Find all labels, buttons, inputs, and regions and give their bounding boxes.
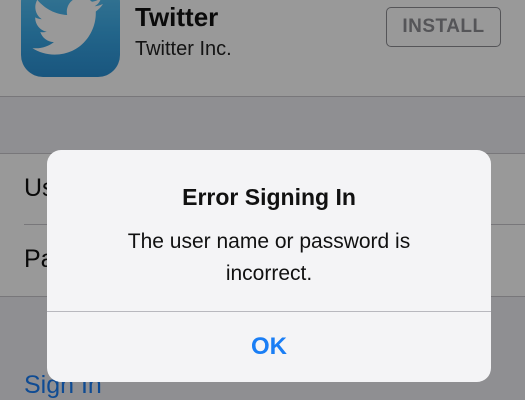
ok-button[interactable]: OK <box>47 312 491 382</box>
alert-title: Error Signing In <box>182 184 356 210</box>
alert-message: The user name or password is incorrect. <box>127 230 411 285</box>
error-alert: Error Signing In The user name or passwo… <box>47 150 491 382</box>
